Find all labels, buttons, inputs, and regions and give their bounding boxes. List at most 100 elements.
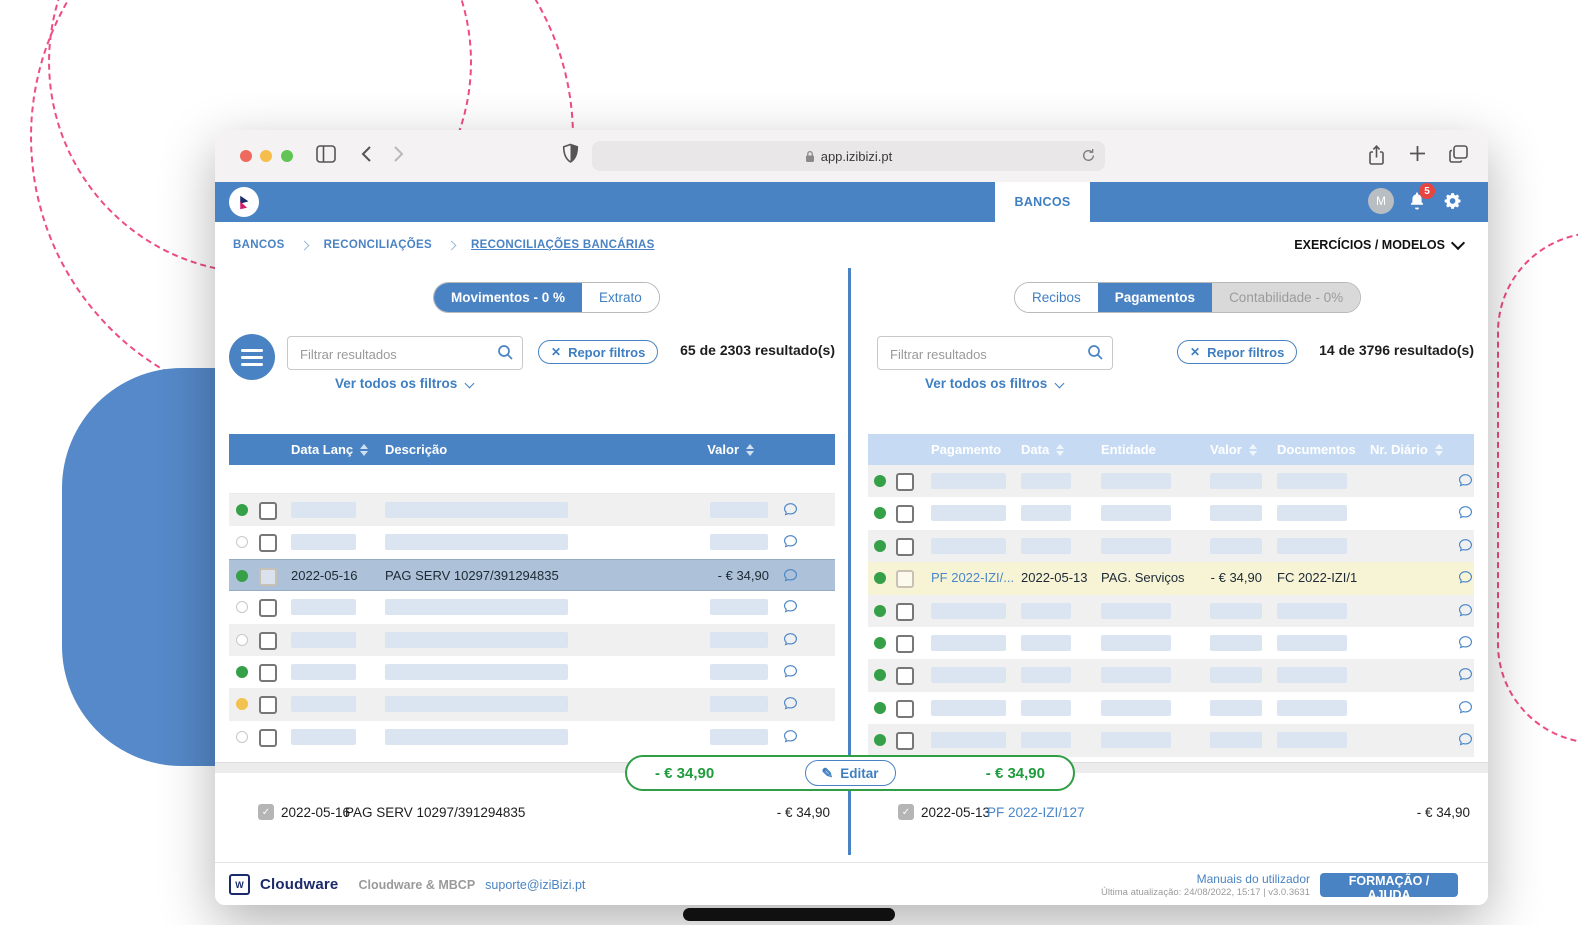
segmented-tab[interactable]: Extrato: [582, 283, 659, 312]
avatar[interactable]: M: [1368, 188, 1394, 214]
right-view-all-filters[interactable]: Ver todos os filtros: [877, 376, 1111, 391]
row-checkbox[interactable]: [259, 729, 277, 747]
row-checkbox[interactable]: [259, 664, 277, 682]
comment-icon[interactable]: [1457, 634, 1474, 651]
manuals-link[interactable]: Manuais do utilizador: [1197, 872, 1310, 886]
breadcrumb-item[interactable]: RECONCILIAÇÕES: [324, 239, 432, 251]
table-row[interactable]: [868, 659, 1474, 691]
table-row[interactable]: [868, 497, 1474, 529]
tab-bancos[interactable]: BANCOS: [995, 182, 1090, 222]
cell-payment-link[interactable]: PF 2022-IZI/...: [931, 570, 1014, 585]
left-view-all-filters[interactable]: Ver todos os filtros: [287, 376, 521, 391]
row-checkbox[interactable]: [896, 667, 914, 685]
search-icon[interactable]: [1087, 344, 1104, 366]
right-filter-input[interactable]: [888, 337, 1082, 371]
row-checkbox[interactable]: [896, 570, 914, 588]
table-row[interactable]: [229, 494, 835, 526]
izibizi-logo-icon[interactable]: [229, 187, 259, 217]
comment-icon[interactable]: [1457, 699, 1474, 716]
row-checkbox[interactable]: [896, 538, 914, 556]
comment-icon[interactable]: [1457, 731, 1474, 748]
row-checkbox[interactable]: [896, 603, 914, 621]
table-row[interactable]: [868, 724, 1474, 756]
comment-icon[interactable]: [782, 695, 799, 712]
row-checkbox[interactable]: [259, 696, 277, 714]
comment-icon[interactable]: [1457, 472, 1474, 489]
table-row[interactable]: [868, 595, 1474, 627]
comment-icon[interactable]: [782, 533, 799, 550]
row-checkbox[interactable]: [896, 635, 914, 653]
sort-icon[interactable]: [1056, 444, 1064, 456]
table-row[interactable]: [229, 688, 835, 720]
comment-icon[interactable]: [1457, 537, 1474, 554]
table-row[interactable]: [868, 627, 1474, 659]
breadcrumb-item[interactable]: BANCOS: [233, 239, 285, 251]
breadcrumb-item[interactable]: RECONCILIAÇÕES BANCÁRIAS: [471, 239, 655, 251]
table-row[interactable]: [868, 530, 1474, 562]
chevron-down-icon: [465, 379, 475, 389]
left-filter-input[interactable]: [298, 337, 492, 371]
comment-icon[interactable]: [782, 663, 799, 680]
table-row[interactable]: [229, 591, 835, 623]
table-row[interactable]: [868, 465, 1474, 497]
segmented-tab[interactable]: Contabilidade - 0%: [1212, 283, 1360, 312]
comment-icon[interactable]: [782, 598, 799, 615]
right-reset-filters-button[interactable]: ✕ Repor filtros: [1177, 340, 1297, 364]
comment-icon[interactable]: [1457, 666, 1474, 683]
table-row[interactable]: [229, 656, 835, 688]
sort-icon[interactable]: [746, 444, 754, 456]
shield-icon[interactable]: [562, 143, 579, 169]
notifications-bell-icon[interactable]: 5: [1407, 190, 1429, 212]
table-row[interactable]: [229, 721, 835, 753]
sort-icon[interactable]: [360, 444, 368, 456]
right-summary-reference[interactable]: PF 2022-IZI/127: [987, 805, 1085, 820]
table-row[interactable]: [229, 526, 835, 558]
exercicios-modelos-menu[interactable]: EXERCÍCIOS / MODELOS: [1294, 222, 1463, 268]
row-checkbox[interactable]: [896, 505, 914, 523]
close-window-button[interactable]: [240, 150, 252, 162]
segmented-tab[interactable]: Pagamentos: [1098, 283, 1212, 312]
search-icon[interactable]: [497, 344, 514, 366]
sort-icon[interactable]: [1435, 444, 1443, 456]
url-bar[interactable]: app.izibizi.pt: [592, 141, 1105, 171]
row-checkbox[interactable]: [259, 502, 277, 520]
left-reset-filters-button[interactable]: ✕ Repor filtros: [538, 340, 658, 364]
row-checkbox[interactable]: [896, 473, 914, 491]
sort-icon[interactable]: [1249, 444, 1257, 456]
new-tab-icon[interactable]: [1408, 144, 1427, 168]
zoom-window-button[interactable]: [281, 150, 293, 162]
table-row[interactable]: 2022-05-16PAG SERV 10297/391294835- € 34…: [229, 559, 835, 591]
menu-hamburger-button[interactable]: [229, 334, 275, 380]
comment-icon[interactable]: [1457, 602, 1474, 619]
checked-checkbox[interactable]: ✓: [898, 804, 914, 820]
share-icon[interactable]: [1367, 144, 1386, 172]
checked-checkbox[interactable]: ✓: [258, 804, 274, 820]
comment-icon[interactable]: [1457, 504, 1474, 521]
comment-icon[interactable]: [782, 501, 799, 518]
row-checkbox[interactable]: [259, 632, 277, 650]
table-row[interactable]: [868, 692, 1474, 724]
comment-icon[interactable]: [782, 728, 799, 745]
back-icon[interactable]: [361, 145, 372, 168]
table-row[interactable]: [229, 624, 835, 656]
settings-gear-icon[interactable]: [1443, 191, 1463, 216]
comment-icon[interactable]: [782, 567, 799, 584]
edit-button[interactable]: ✎ Editar: [805, 760, 896, 786]
segmented-tab[interactable]: Recibos: [1015, 283, 1098, 312]
minimize-window-button[interactable]: [260, 150, 272, 162]
forward-icon[interactable]: [393, 145, 404, 168]
row-checkbox[interactable]: [259, 599, 277, 617]
sidebar-icon[interactable]: [315, 144, 337, 169]
tab-overview-icon[interactable]: [1448, 144, 1469, 169]
table-row[interactable]: PF 2022-IZI/...2022-05-13PAG. Serviços- …: [868, 562, 1474, 594]
row-checkbox[interactable]: [259, 568, 277, 586]
segmented-tab[interactable]: Movimentos - 0 %: [434, 283, 582, 312]
row-checkbox[interactable]: [896, 732, 914, 750]
row-checkbox[interactable]: [896, 700, 914, 718]
comment-icon[interactable]: [1457, 569, 1474, 586]
help-button[interactable]: FORMAÇÃO / AJUDA: [1320, 873, 1458, 897]
row-checkbox[interactable]: [259, 534, 277, 552]
comment-icon[interactable]: [782, 631, 799, 648]
reload-icon[interactable]: [1081, 147, 1096, 167]
support-email-link[interactable]: suporte@iziBizi.pt: [485, 878, 585, 892]
